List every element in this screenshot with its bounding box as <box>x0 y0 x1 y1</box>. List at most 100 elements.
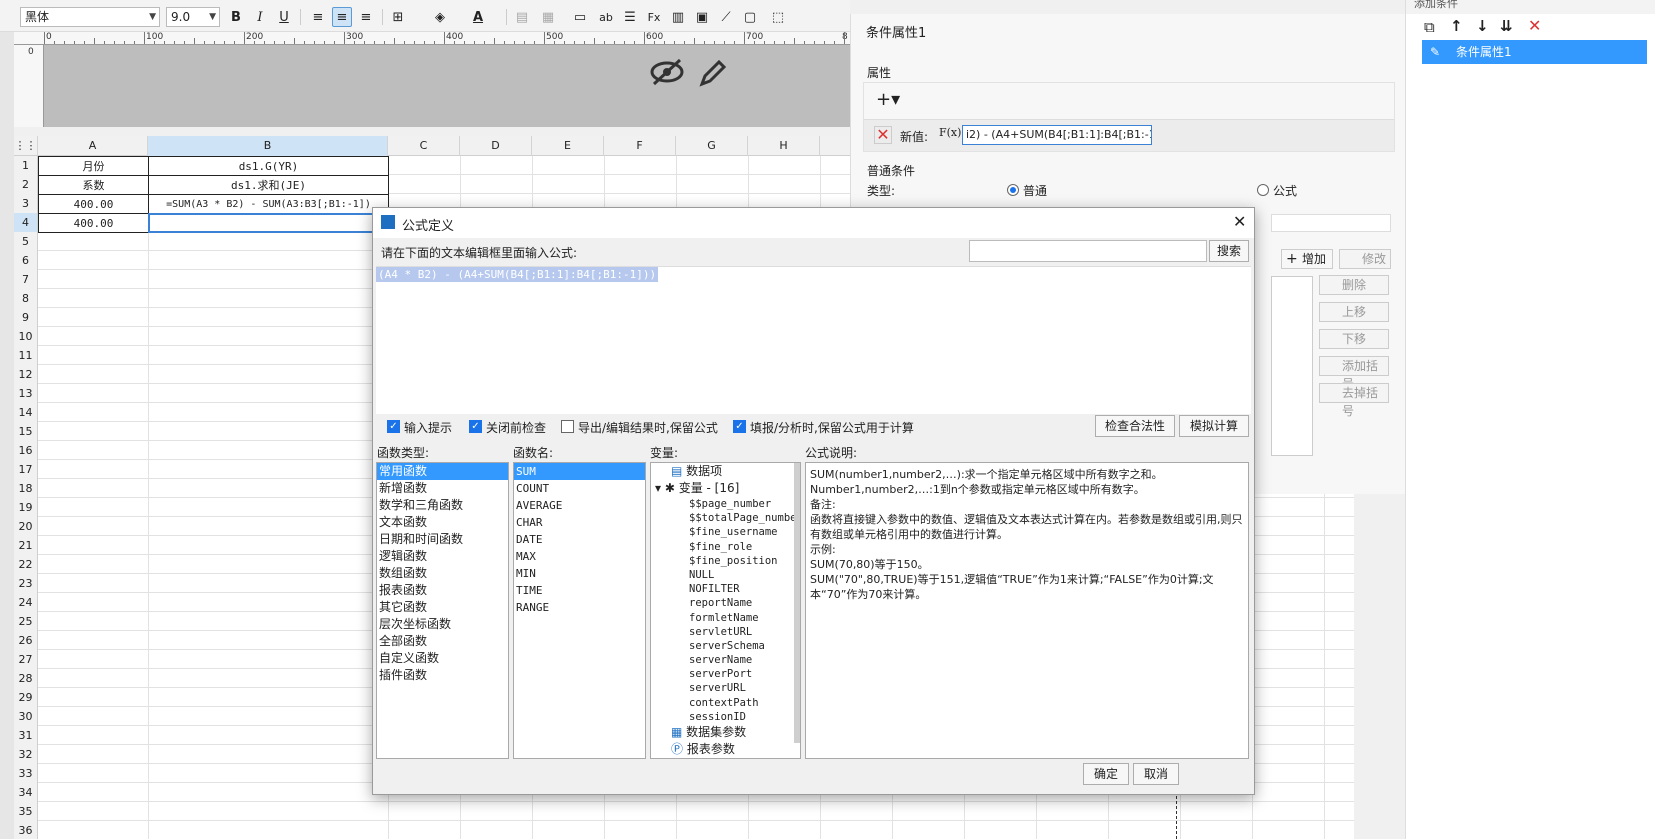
func-type-item[interactable]: 日期和时间函数 <box>377 531 508 548</box>
func-name-item[interactable]: DATE <box>514 531 645 548</box>
select-all-icon[interactable]: ⋮⋮ <box>14 136 38 156</box>
list-item-selected[interactable]: ✎ 条件属性1 <box>1422 40 1647 64</box>
variable-item[interactable]: serverSchema <box>651 639 800 653</box>
insert-cell-icon[interactable]: ▭ <box>570 7 590 27</box>
func-name-item[interactable]: TIME <box>514 582 645 599</box>
func-name-item[interactable]: AVERAGE <box>514 497 645 514</box>
fx-icon[interactable]: F(x) <box>939 126 961 139</box>
row-number[interactable]: 16 <box>14 441 38 460</box>
border-icon[interactable]: ⊞ <box>388 7 408 27</box>
row-number[interactable]: 35 <box>14 802 38 821</box>
search-button[interactable]: 搜索 <box>1209 240 1249 262</box>
variable-item[interactable]: contextPath <box>651 696 800 710</box>
remove-paren-button[interactable]: 去掉括号 <box>1319 383 1389 418</box>
func-type-item[interactable]: 自定义函数 <box>377 650 508 667</box>
align-left-icon[interactable]: ≡ <box>308 7 328 27</box>
func-name-item[interactable]: MAX <box>514 548 645 565</box>
checkbox-check-close[interactable]: ✓ <box>469 420 482 433</box>
func-type-list[interactable]: 常用函数 新增函数 数学和三角函数 文本函数 日期和时间函数 逻辑函数 数组函数 报表函数 其它… <box>376 462 509 759</box>
paragraph-icon[interactable]: ☰ <box>620 7 640 27</box>
remove-icon[interactable]: ✕ <box>874 126 892 144</box>
check-validity-button[interactable]: 检查合法性 <box>1095 415 1175 437</box>
align-center-icon[interactable]: ≡ <box>332 7 352 27</box>
func-name-list[interactable]: SUM COUNT AVERAGE CHAR DATE MAX MIN TIME RANGE <box>513 462 646 759</box>
close-icon[interactable]: ✕ <box>1233 212 1246 231</box>
row-number[interactable]: 4 <box>14 213 38 232</box>
move-down-button[interactable]: 下移 <box>1319 329 1389 349</box>
pencil-icon[interactable] <box>697 57 729 92</box>
tree-item-vars[interactable]: ▾ ✱ 变量 - [16] <box>651 480 800 497</box>
row-number[interactable]: 19 <box>14 498 38 517</box>
variable-item[interactable]: formletName <box>651 611 800 625</box>
func-type-item[interactable]: 插件函数 <box>377 667 508 684</box>
column-header-g[interactable]: G <box>676 136 748 156</box>
image-icon[interactable]: ▣ <box>692 7 712 27</box>
copy-icon[interactable]: ⧉ <box>1424 18 1435 36</box>
row-number[interactable]: 7 <box>14 270 38 289</box>
cell-a4[interactable]: 400.00 <box>38 213 149 233</box>
row-number[interactable]: 32 <box>14 745 38 764</box>
column-header-f[interactable]: F <box>604 136 676 156</box>
column-header-e[interactable]: E <box>532 136 604 156</box>
func-type-item[interactable]: 逻辑函数 <box>377 548 508 565</box>
row-number[interactable]: 8 <box>14 289 38 308</box>
func-type-item[interactable]: 文本函数 <box>377 514 508 531</box>
func-name-item[interactable]: CHAR <box>514 514 645 531</box>
variable-item[interactable]: NULL <box>651 568 800 582</box>
row-number[interactable]: 30 <box>14 707 38 726</box>
bold-icon[interactable]: B <box>226 7 246 27</box>
row-number[interactable]: 28 <box>14 669 38 688</box>
fill-color-icon[interactable]: ◈ <box>430 7 450 27</box>
variable-item[interactable]: servletURL <box>651 625 800 639</box>
variable-item[interactable]: $$totalPage_number <box>651 511 800 525</box>
func-name-item[interactable]: SUM <box>514 463 645 480</box>
tree-item-data[interactable]: ▤ 数据项 <box>651 463 800 480</box>
new-value-input[interactable]: i2) - (A4+SUM(B4[;B1:1]:B4[;B1:-1]) <box>962 125 1152 145</box>
radio-formula[interactable] <box>1257 184 1269 196</box>
variable-item[interactable]: sessionID <box>651 710 800 724</box>
checkbox-keep-formula-export[interactable] <box>561 420 574 433</box>
column-header-h[interactable]: H <box>748 136 820 156</box>
variable-item[interactable]: serverPort <box>651 667 800 681</box>
func-type-item[interactable]: 新增函数 <box>377 480 508 497</box>
row-number[interactable]: 1 <box>14 156 38 175</box>
row-number[interactable]: 14 <box>14 403 38 422</box>
row-number[interactable]: 25 <box>14 612 38 631</box>
row-number[interactable]: 20 <box>14 517 38 536</box>
variable-tree[interactable]: ▤ 数据项 ▾ ✱ 变量 - [16] $$page_number $$total… <box>650 462 801 759</box>
variable-item[interactable]: NOFILTER <box>651 582 800 596</box>
text-icon[interactable]: ab <box>596 7 616 27</box>
row-number[interactable]: 21 <box>14 536 38 555</box>
checkbox-keep-formula-fill[interactable]: ✓ <box>733 420 746 433</box>
add-button[interactable]: + 增加 <box>1281 249 1333 269</box>
formula-editor[interactable]: (A4 * B2) - (A4+SUM(B4[;B1:1]:B4[;B1:-1]… <box>376 266 1251 414</box>
eye-off-icon[interactable] <box>649 57 685 95</box>
row-number[interactable]: 33 <box>14 764 38 783</box>
tree-item-report-params[interactable]: Ⓟ 报表参数 <box>651 741 800 758</box>
variable-item[interactable]: $fine_position <box>651 554 800 568</box>
row-number[interactable]: 27 <box>14 650 38 669</box>
chart-icon[interactable]: ▥ <box>668 7 688 27</box>
row-number[interactable]: 12 <box>14 365 38 384</box>
func-name-item[interactable]: COUNT <box>514 480 645 497</box>
layout-icon[interactable]: ⬚ <box>768 7 788 27</box>
func-type-item[interactable]: 常用函数 <box>377 463 508 480</box>
row-number[interactable]: 29 <box>14 688 38 707</box>
variable-item[interactable]: reportName <box>651 596 800 610</box>
tree-item-dataset-params[interactable]: ▦ 数据集参数 <box>651 724 800 741</box>
func-type-item[interactable]: 全部函数 <box>377 633 508 650</box>
search-input[interactable] <box>969 240 1207 262</box>
simulate-button[interactable]: 模拟计算 <box>1179 415 1249 437</box>
move-up-button[interactable]: 上移 <box>1319 302 1389 322</box>
row-number[interactable]: 36 <box>14 821 38 839</box>
column-header-b[interactable]: B <box>148 136 388 156</box>
font-color-icon[interactable]: A <box>468 7 488 27</box>
row-number[interactable]: 9 <box>14 308 38 327</box>
func-name-item[interactable]: RANGE <box>514 599 645 616</box>
cancel-button[interactable]: 取消 <box>1133 763 1179 785</box>
delete-icon[interactable]: ✕ <box>1528 16 1541 35</box>
radio-normal[interactable] <box>1007 184 1019 196</box>
arrow-up-icon[interactable]: ↑ <box>1450 17 1463 35</box>
func-type-item[interactable]: 层次坐标函数 <box>377 616 508 633</box>
unmerge-icon[interactable]: ▦ <box>538 7 558 27</box>
